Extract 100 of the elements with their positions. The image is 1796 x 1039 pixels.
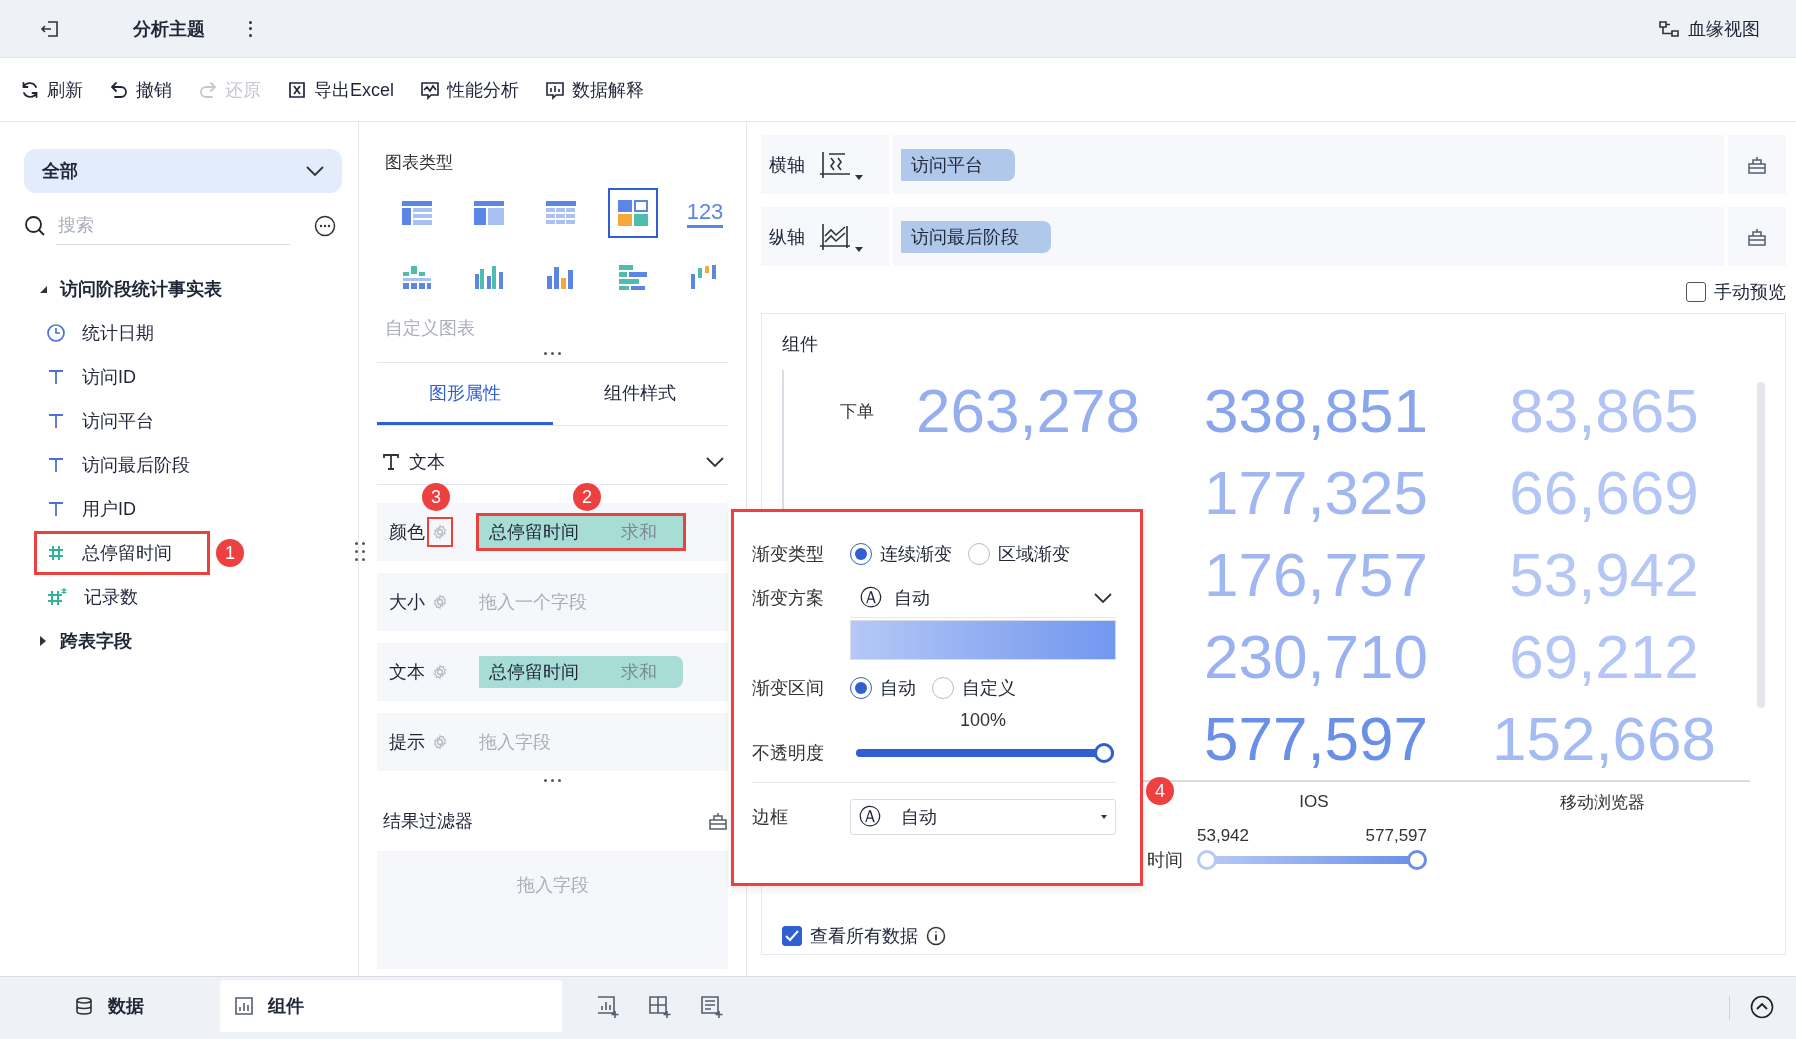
- axis-label: 横轴: [768, 153, 806, 177]
- hash-icon: [46, 587, 68, 607]
- opacity-slider[interactable]: [856, 743, 1114, 763]
- text-type-icon: [46, 367, 66, 387]
- metric-value: 177,325: [1203, 462, 1429, 524]
- chevron-down-icon[interactable]: [706, 457, 724, 467]
- bar-chart-icon: [545, 79, 565, 100]
- cross-table-icon[interactable]: [473, 200, 505, 226]
- property-tab[interactable]: 组件样式: [552, 363, 728, 425]
- tile-grid-icon[interactable]: [617, 199, 649, 227]
- annotation-badge: 3: [422, 483, 450, 511]
- axis-label: 纵轴: [768, 225, 806, 249]
- chart-icon: [234, 996, 254, 1016]
- page-title: 分析主题: [133, 17, 205, 41]
- field-pill[interactable]: 总停留时间 求和: [479, 656, 683, 688]
- mark-label: 文本: [389, 661, 426, 684]
- hierarchy-icon[interactable]: [708, 812, 728, 830]
- setting-label: 渐变类型: [752, 543, 825, 566]
- refresh-icon: [20, 79, 40, 100]
- field-item[interactable]: 用户ID: [24, 487, 196, 531]
- text-type-icon: [46, 411, 66, 431]
- field-item[interactable]: 统计日期: [24, 311, 196, 355]
- section-title: 图表类型: [385, 152, 454, 174]
- database-icon: [74, 996, 94, 1016]
- scrollbar[interactable]: [1757, 382, 1765, 708]
- hierarchy-icon[interactable]: [1747, 155, 1767, 174]
- row-label: 下单: [840, 400, 874, 423]
- hash-icon: [46, 543, 66, 563]
- undo-icon: [109, 79, 129, 100]
- property-tab[interactable]: 图形属性: [377, 363, 553, 425]
- caret-icon: [1101, 815, 1107, 819]
- metric-value: 83,865: [1509, 380, 1699, 442]
- metric-value: 152,668: [1491, 708, 1717, 770]
- mark-label: 提示: [389, 731, 426, 754]
- bar-chart-icon[interactable]: [402, 264, 432, 290]
- field-pill[interactable]: 访问平台: [901, 148, 1015, 181]
- search-icon: [24, 215, 46, 237]
- bar-chart-icon[interactable]: [546, 264, 576, 290]
- radio-option[interactable]: 自定义: [932, 676, 1016, 700]
- excel-icon: [287, 79, 307, 100]
- toolbar-button[interactable]: 刷新: [20, 77, 83, 102]
- checkbox[interactable]: [782, 926, 802, 946]
- radio-option[interactable]: 自动: [850, 676, 916, 700]
- section-title: 结果过滤器: [383, 810, 473, 833]
- x-axis-icon[interactable]: [819, 149, 851, 180]
- radio-option[interactable]: 连续渐变: [850, 542, 952, 566]
- checkbox-label: 查看所有数据: [810, 925, 918, 948]
- bar-chart-icon[interactable]: [474, 264, 504, 290]
- tree-group[interactable]: 跨表字段: [24, 619, 358, 663]
- opacity-reading: 100%: [959, 710, 1006, 730]
- text-type-icon: [46, 455, 66, 475]
- field-item[interactable]: 访问ID: [24, 355, 196, 399]
- metric-value: 230,710: [1203, 626, 1429, 688]
- scheme-select[interactable]: Ⓐ 自动: [850, 578, 1116, 618]
- more-options-icon[interactable]: [314, 215, 336, 237]
- annotation-badge: 1: [216, 539, 244, 567]
- chevron-down-icon: [1094, 592, 1112, 603]
- annotation-badge: 2: [573, 483, 601, 511]
- toolbar-button[interactable]: 导出Excel: [287, 77, 394, 102]
- setting-label: 渐变方案: [752, 587, 825, 610]
- card-title: 组件: [782, 333, 819, 356]
- caret-icon[interactable]: [855, 246, 863, 252]
- bottom-tab[interactable]: 组件: [220, 980, 562, 1032]
- caret-icon[interactable]: [855, 174, 863, 180]
- bottom-tab[interactable]: 数据: [0, 980, 220, 1032]
- expanded-caret-icon: [38, 284, 48, 294]
- toolbar-button[interactable]: 撤销: [109, 77, 172, 102]
- field-item[interactable]: 记录数: [24, 575, 196, 619]
- text-type-icon: [46, 499, 66, 519]
- legend-max: 577,597: [1365, 826, 1427, 846]
- toolbar-button[interactable]: 数据解释: [545, 77, 644, 102]
- horizontal-bar-icon[interactable]: [618, 264, 648, 290]
- checkbox-label: 手动预览: [1714, 281, 1786, 304]
- toolbar-button[interactable]: 性能分析: [420, 77, 519, 102]
- field-pill[interactable]: 访问最后阶段: [901, 220, 1051, 253]
- radio-option[interactable]: 区域渐变: [968, 542, 1070, 566]
- search-field[interactable]: 搜索: [56, 207, 290, 245]
- field-item[interactable]: 访问最后阶段: [24, 443, 196, 487]
- hierarchy-icon[interactable]: [1747, 227, 1767, 246]
- column-label: 移动浏览器: [1559, 792, 1645, 812]
- dataset-select[interactable]: 全部: [24, 149, 342, 193]
- table-icon[interactable]: [401, 200, 433, 226]
- info-icon[interactable]: [926, 926, 946, 946]
- tree-group[interactable]: 访问阶段统计事实表: [24, 267, 358, 311]
- mark-label: 颜色: [389, 521, 426, 544]
- annotation-badge: 4: [1146, 777, 1174, 805]
- grid-table-icon[interactable]: [545, 200, 577, 226]
- field-pill[interactable]: 总停留时间 求和: [479, 516, 683, 548]
- text-format-icon: [381, 452, 401, 472]
- more-icon[interactable]: [247, 20, 253, 37]
- drag-handle[interactable]: [355, 542, 365, 561]
- field-item[interactable]: 访问平台: [24, 399, 196, 443]
- lineage-button[interactable]: 血缘视图: [1652, 15, 1766, 42]
- legend-label: 时间: [1147, 849, 1183, 872]
- y-axis-icon[interactable]: [819, 221, 851, 252]
- border-select[interactable]: Ⓐ 自动: [850, 799, 1116, 835]
- checkbox[interactable]: [1686, 282, 1706, 302]
- metric-value: 263,278: [915, 380, 1141, 442]
- metric-value: 69,212: [1509, 626, 1699, 688]
- pulse-chart-icon: [420, 79, 440, 100]
